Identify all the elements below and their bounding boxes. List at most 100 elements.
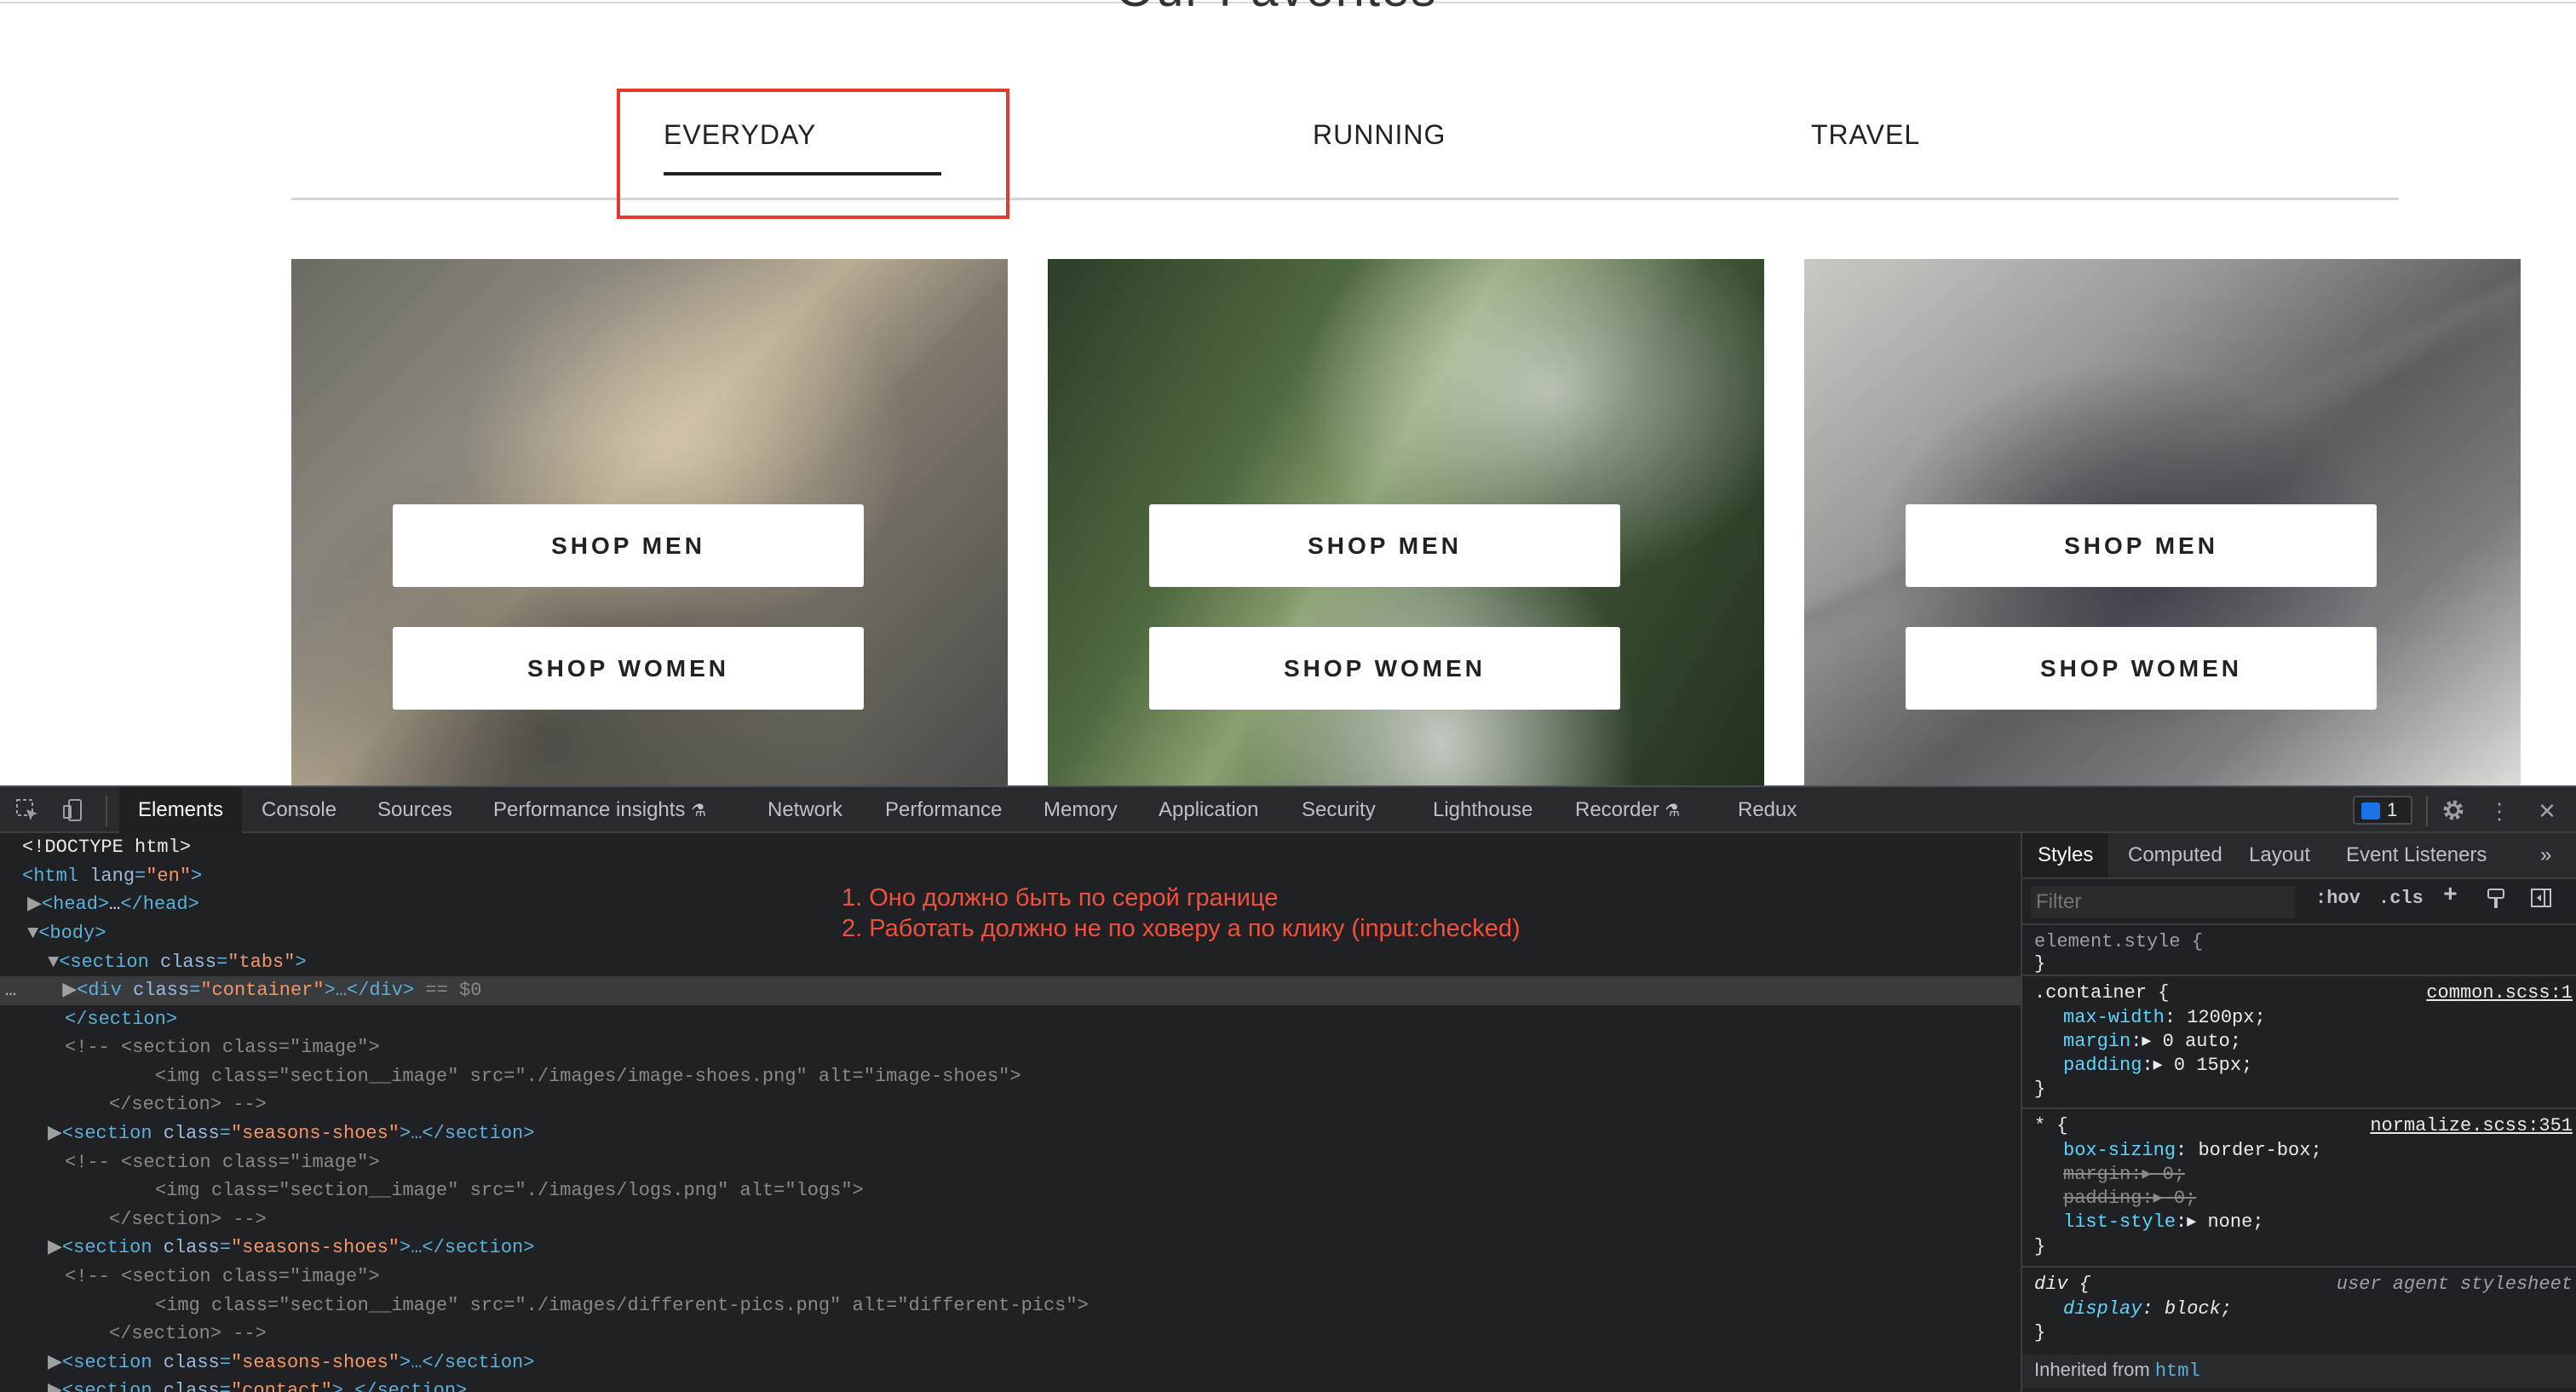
new-rule-plus-icon[interactable]: + [2443, 883, 2458, 909]
tab-performance[interactable]: Performance [866, 787, 1021, 833]
dom-line-section-seasons[interactable]: ▶<section class="seasons-shoes">…</secti… [0, 1119, 2021, 1148]
expand-triangle-icon[interactable]: ▶ [0, 1123, 62, 1144]
devtools-panel: Elements Console Sources Performance ins… [0, 785, 2576, 1392]
tab-styles[interactable]: Styles [2022, 833, 2109, 877]
web-page: Our Favorites EVERYDAY RUNNING TRAVEL SH… [0, 0, 2576, 785]
expand-triangle-icon[interactable]: ▶ [0, 1237, 62, 1258]
tab-label: Recorder [1575, 798, 1659, 821]
css-property[interactable]: padding:▸ 0 15px; [2063, 1054, 2252, 1079]
dom-line-comment[interactable]: </section> --> [0, 1320, 2021, 1349]
styles-filter-input[interactable] [2031, 886, 2295, 918]
tab-memory[interactable]: Memory [1025, 787, 1136, 833]
expand-triangle-icon[interactable]: ▶ [16, 980, 77, 1001]
prop-value: 0 15px; [2173, 1055, 2253, 1076]
shop-women-button[interactable]: SHOP WOMEN [1906, 627, 2377, 710]
rule-selector[interactable]: .container { [2034, 981, 2169, 1006]
attr-name: lang [89, 866, 135, 887]
tab-running[interactable]: RUNNING [1313, 119, 1446, 151]
annotation-note-1: 1. Оно должно быть по серой границе [842, 884, 1279, 912]
dom-line-section-close[interactable]: </section> [0, 1005, 2021, 1034]
expand-triangle-icon[interactable]: ▶ [0, 894, 42, 915]
tab-travel[interactable]: TRAVEL [1811, 119, 1920, 151]
tab-redux[interactable]: Redux [1719, 787, 1815, 833]
dom-line-section-seasons[interactable]: ▶<section class="seasons-shoes">…</secti… [0, 1349, 2021, 1378]
inherited-tag-link[interactable]: html [2155, 1360, 2200, 1382]
dom-line-comment[interactable]: <!-- <section class="image"> [0, 1148, 2021, 1177]
tab-network[interactable]: Network [749, 787, 861, 833]
inspect-element-icon[interactable] [14, 797, 41, 825]
shop-men-button[interactable]: SHOP MEN [393, 504, 864, 587]
shop-men-button[interactable]: SHOP MEN [1906, 504, 2377, 587]
source-link[interactable]: common.scss:1 [2426, 981, 2573, 1006]
css-property[interactable]: margin:▸ 0 auto; [2063, 1030, 2241, 1055]
tabs-gray-border [291, 198, 2399, 200]
user-agent-source: user agent stylesheet [2336, 1274, 2573, 1295]
attr-name: class [163, 1123, 220, 1144]
css-property[interactable]: display: block; [2063, 1297, 2232, 1322]
section-heading: Our Favorites [1116, 0, 1437, 18]
comment-text: <!-- <section class="image"> [65, 1037, 380, 1058]
shop-women-button[interactable]: SHOP WOMEN [393, 627, 864, 710]
rule-close-brace: } [2034, 953, 2046, 975]
expand-triangle-icon[interactable]: ▶ [0, 1380, 62, 1392]
css-property-overridden[interactable]: margin:▸ 0; [2063, 1163, 2185, 1188]
tab-lighthouse[interactable]: Lighthouse [1414, 787, 1551, 833]
dom-line-div-container[interactable]: … ▶<div class="container">…</div> == $0 [0, 976, 2021, 1005]
more-options-icon[interactable]: ⋮ [2486, 797, 2513, 825]
cls-toggle[interactable]: .cls [2378, 888, 2424, 909]
tab-sources[interactable]: Sources [359, 787, 471, 833]
more-actions-ellipsis[interactable]: … [0, 980, 16, 1001]
settings-gear-icon[interactable] [2440, 797, 2467, 825]
hov-toggle[interactable]: :hov [2315, 888, 2360, 909]
shop-women-button[interactable]: SHOP WOMEN [1149, 627, 1620, 710]
css-property[interactable]: list-style:▸ none; [2063, 1211, 2264, 1235]
tab-elements[interactable]: Elements [119, 787, 243, 833]
css-property-overridden[interactable]: padding:▸ 0; [2063, 1187, 2196, 1211]
paint-brush-icon[interactable] [2486, 888, 2506, 916]
attr-value: "seasons-shoes" [230, 1352, 400, 1373]
tab-performance-insights[interactable]: Performance insights ⚗ [474, 787, 725, 833]
tab-console[interactable]: Console [243, 787, 355, 833]
comment-text: <!-- <section class="image"> [65, 1152, 380, 1173]
attr-name: class [163, 1352, 220, 1373]
more-tabs-chevron-icon[interactable]: » [2525, 833, 2567, 877]
collapse-triangle-icon[interactable]: ▼ [0, 923, 38, 944]
tab-security[interactable]: Security [1283, 787, 1394, 833]
selected-marker: == $0 [414, 980, 482, 1001]
rule-selector[interactable]: element.style { [2034, 930, 2203, 955]
css-property[interactable]: max-width: 1200px; [2063, 1006, 2266, 1031]
tab-computed[interactable]: Computed [2113, 833, 2238, 877]
tag-end: >…</section> [400, 1352, 535, 1373]
source-link[interactable]: normalize.scss:351 [2370, 1114, 2573, 1139]
issues-badge[interactable]: 1 [2353, 796, 2412, 825]
tab-recorder[interactable]: Recorder ⚗ [1556, 787, 1699, 833]
rule-selector[interactable]: div { [2034, 1273, 2090, 1297]
dom-line-comment[interactable]: <img class="section__image" src="./image… [0, 1062, 2021, 1091]
expand-triangle-icon[interactable]: ▶ [0, 1352, 62, 1373]
dom-line-section-tabs[interactable]: ▼<section class="tabs"> [0, 948, 2021, 977]
dom-line-comment[interactable]: </section> --> [0, 1205, 2021, 1234]
comment-text: <img class="section__image" src="./image… [155, 1295, 1089, 1316]
dom-line-comment[interactable]: <img class="section__image" src="./image… [0, 1176, 2021, 1205]
dom-line-comment[interactable]: <img class="section__image" src="./image… [0, 1291, 2021, 1320]
doctype-text: <!DOCTYPE html> [22, 837, 192, 858]
collapse-triangle-icon[interactable]: ▼ [0, 952, 59, 973]
close-icon[interactable]: ✕ [2533, 797, 2561, 825]
tag-text: <section [59, 952, 149, 973]
tab-layout[interactable]: Layout [2234, 833, 2326, 877]
css-property[interactable]: box-sizing: border-box; [2063, 1139, 2322, 1164]
dom-line-comment[interactable]: <!-- <section class="image"> [0, 1263, 2021, 1291]
dom-line-comment[interactable]: </section> --> [0, 1090, 2021, 1119]
toggle-sidebar-icon[interactable] [2530, 888, 2552, 914]
issues-icon [2361, 802, 2380, 820]
comment-text: </section> --> [109, 1094, 267, 1115]
tab-event-listeners[interactable]: Event Listeners [2331, 833, 2502, 877]
dom-line-section-seasons[interactable]: ▶<section class="seasons-shoes">…</secti… [0, 1234, 2021, 1263]
tab-application[interactable]: Application [1140, 787, 1277, 833]
dom-line-doctype[interactable]: <!DOCTYPE html> [0, 833, 2021, 862]
device-toolbar-icon[interactable] [60, 797, 87, 825]
rule-selector[interactable]: * { [2034, 1114, 2068, 1139]
dom-line-comment[interactable]: <!-- <section class="image"> [0, 1033, 2021, 1062]
dom-line-section-contact[interactable]: ▶<section class="contact">…</section> [0, 1377, 2021, 1392]
shop-men-button[interactable]: SHOP MEN [1149, 504, 1620, 587]
